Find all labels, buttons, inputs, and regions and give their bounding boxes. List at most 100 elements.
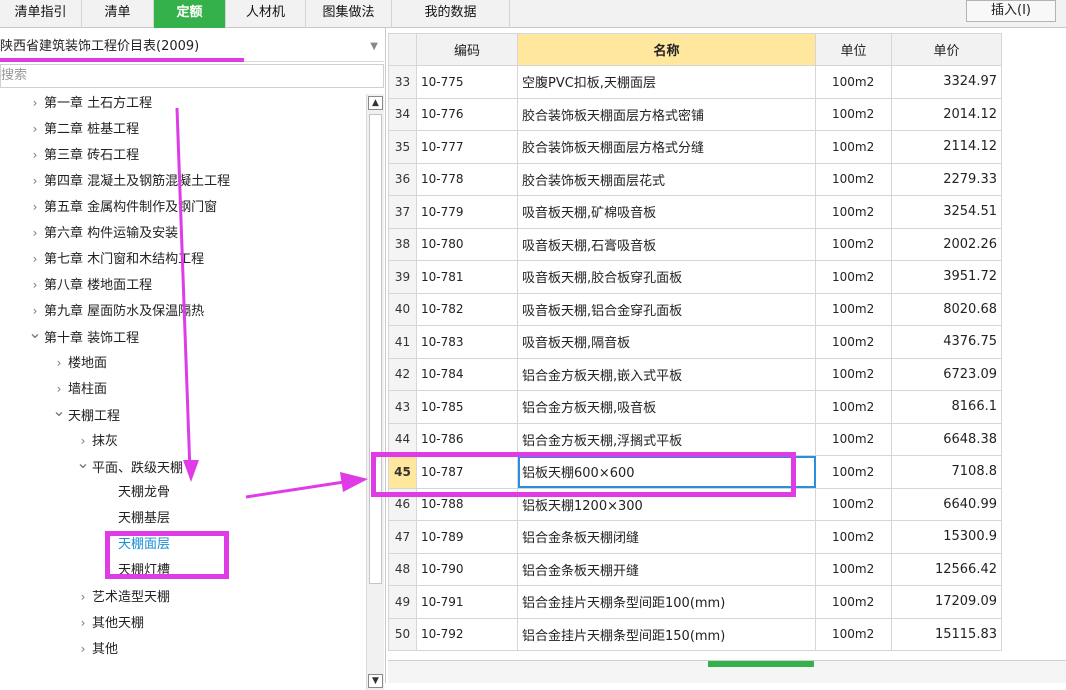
tree-item[interactable]: › 第九章 屋面防水及保温隔热 <box>26 298 205 324</box>
name-cell[interactable]: 吸音板天棚,胶合板穿孔面板 <box>517 260 816 294</box>
chevron-right-icon[interactable]: › <box>26 168 44 194</box>
price-cell[interactable]: 17209.09 <box>891 585 1002 619</box>
row-number-cell[interactable]: 36 <box>388 162 417 196</box>
tree-item[interactable]: 天棚灯槽 <box>100 558 170 584</box>
code-cell[interactable]: 10-783 <box>416 325 518 359</box>
chevron-right-icon[interactable]: › <box>26 272 44 298</box>
code-cell[interactable]: 10-785 <box>416 390 518 424</box>
code-cell[interactable]: 10-791 <box>416 585 518 619</box>
table-row[interactable]: 45 10-787 铝板天棚600×600 100m2 7108.8 <box>388 455 1002 489</box>
row-number-cell[interactable]: 37 <box>388 195 417 229</box>
price-cell[interactable]: 3951.72 <box>891 260 1002 294</box>
chevron-down-icon[interactable]: ▼ <box>370 36 378 58</box>
code-cell[interactable]: 10-775 <box>416 65 518 99</box>
price-cell[interactable]: 2114.12 <box>891 130 1002 164</box>
unit-cell[interactable]: 100m2 <box>815 97 892 131</box>
unit-cell[interactable]: 100m2 <box>815 260 892 294</box>
chevron-down-icon[interactable]: ⌄ <box>50 398 68 424</box>
price-cell[interactable]: 15300.9 <box>891 520 1002 554</box>
header-code[interactable]: 编码 <box>416 33 518 66</box>
unit-cell[interactable]: 100m2 <box>815 520 892 554</box>
price-cell[interactable]: 12566.42 <box>891 552 1002 586</box>
code-cell[interactable]: 10-780 <box>416 227 518 261</box>
name-cell[interactable]: 吸音板天棚,矿棉吸音板 <box>517 195 816 229</box>
chevron-right-icon[interactable]: › <box>26 142 44 168</box>
price-cell[interactable]: 15115.83 <box>891 617 1002 651</box>
row-number-cell[interactable]: 48 <box>388 552 417 586</box>
scroll-down-icon[interactable]: ▼ <box>368 674 383 688</box>
tree-item[interactable]: › 第一章 土石方工程 <box>26 90 153 116</box>
row-number-cell[interactable]: 47 <box>388 520 417 554</box>
scroll-grip[interactable] <box>708 661 814 667</box>
tree-scrollbar[interactable]: ▲ ▼ <box>366 94 384 690</box>
name-cell[interactable]: 吸音板天棚,隔音板 <box>517 325 816 359</box>
table-row[interactable]: 34 10-776 胶合装饰板天棚面层方格式密铺 100m2 2014.12 <box>388 97 1002 131</box>
tree-item[interactable]: › 第五章 金属构件制作及钢门窗 <box>26 194 218 220</box>
chevron-right-icon[interactable]: › <box>26 116 44 142</box>
code-cell[interactable]: 10-782 <box>416 292 518 326</box>
unit-cell[interactable]: 100m2 <box>815 325 892 359</box>
code-cell[interactable]: 10-781 <box>416 260 518 294</box>
unit-cell[interactable]: 100m2 <box>815 455 892 489</box>
name-cell[interactable]: 铝合金方板天棚,吸音板 <box>517 390 816 424</box>
tree-item[interactable]: › 第二章 桩基工程 <box>26 116 140 142</box>
code-cell[interactable]: 10-786 <box>416 422 518 456</box>
code-cell[interactable]: 10-792 <box>416 617 518 651</box>
price-cell[interactable]: 4376.75 <box>891 325 1002 359</box>
price-cell[interactable]: 6723.09 <box>891 357 1002 391</box>
tab-atlas-method[interactable]: 图集做法 <box>306 0 392 28</box>
table-row[interactable]: 48 10-790 铝合金条板天棚开缝 100m2 12566.42 <box>388 552 1002 586</box>
chevron-right-icon[interactable]: › <box>74 610 92 636</box>
table-row[interactable]: 37 10-779 吸音板天棚,矿棉吸音板 100m2 3254.51 <box>388 195 1002 229</box>
table-row[interactable]: 44 10-786 铝合金方板天棚,浮搁式平板 100m2 6648.38 <box>388 422 1002 456</box>
tree-item[interactable]: › 第四章 混凝土及钢筋混凝土工程 <box>26 168 231 194</box>
code-cell[interactable]: 10-779 <box>416 195 518 229</box>
chevron-right-icon[interactable]: › <box>26 246 44 272</box>
unit-cell[interactable]: 100m2 <box>815 130 892 164</box>
tree-item[interactable]: › 楼地面 <box>50 350 107 376</box>
unit-cell[interactable]: 100m2 <box>815 487 892 521</box>
code-cell[interactable]: 10-790 <box>416 552 518 586</box>
row-number-cell[interactable]: 35 <box>388 130 417 164</box>
table-row[interactable]: 41 10-783 吸音板天棚,隔音板 100m2 4376.75 <box>388 325 1002 359</box>
row-number-cell[interactable]: 33 <box>388 65 417 99</box>
tree-item[interactable]: 天棚基层 <box>100 506 170 532</box>
tree-item[interactable]: ⌄ 天棚工程 <box>50 401 120 428</box>
header-name[interactable]: 名称 <box>517 33 816 66</box>
code-cell[interactable]: 10-789 <box>416 520 518 554</box>
header-price[interactable]: 单价 <box>891 33 1002 66</box>
row-number-cell[interactable]: 38 <box>388 227 417 261</box>
table-row[interactable]: 33 10-775 空腹PVC扣板,天棚面层 100m2 3324.97 <box>388 65 1002 99</box>
code-cell[interactable]: 10-778 <box>416 162 518 196</box>
row-number-cell[interactable]: 50 <box>388 617 417 651</box>
tab-my-data[interactable]: 我的数据 <box>392 0 510 28</box>
table-row[interactable]: 35 10-777 胶合装饰板天棚面层方格式分缝 100m2 2114.12 <box>388 130 1002 164</box>
tab-quota[interactable]: 定额 <box>154 0 226 28</box>
unit-cell[interactable]: 100m2 <box>815 65 892 99</box>
chevron-right-icon[interactable]: › <box>26 194 44 220</box>
tree-item[interactable]: › 第六章 构件运输及安装 <box>26 220 179 246</box>
code-cell[interactable]: 10-788 <box>416 487 518 521</box>
name-cell[interactable]: 铝合金挂片天棚条型间距100(mm) <box>517 585 816 619</box>
unit-cell[interactable]: 100m2 <box>815 357 892 391</box>
price-cell[interactable]: 6648.38 <box>891 422 1002 456</box>
row-number-cell[interactable]: 46 <box>388 487 417 521</box>
unit-cell[interactable]: 100m2 <box>815 162 892 196</box>
row-number-cell[interactable]: 41 <box>388 325 417 359</box>
chevron-right-icon[interactable]: › <box>26 220 44 246</box>
table-row[interactable]: 46 10-788 铝板天棚1200×300 100m2 6640.99 <box>388 487 1002 521</box>
unit-cell[interactable]: 100m2 <box>815 422 892 456</box>
tab-bill-guide[interactable]: 清单指引 <box>0 0 82 28</box>
tree-item[interactable]: › 艺术造型天棚 <box>74 584 170 610</box>
unit-cell[interactable]: 100m2 <box>815 195 892 229</box>
header-unit[interactable]: 单位 <box>815 33 892 66</box>
name-cell[interactable]: 吸音板天棚,石膏吸音板 <box>517 227 816 261</box>
price-cell[interactable]: 8166.1 <box>891 390 1002 424</box>
code-cell[interactable]: 10-776 <box>416 97 518 131</box>
chevron-right-icon[interactable]: › <box>50 350 68 376</box>
price-cell[interactable]: 8020.68 <box>891 292 1002 326</box>
code-cell[interactable]: 10-777 <box>416 130 518 164</box>
row-number-cell[interactable]: 44 <box>388 422 417 456</box>
table-horizontal-scrollbar[interactable] <box>388 660 1066 683</box>
name-cell[interactable]: 胶合装饰板天棚面层花式 <box>517 162 816 196</box>
